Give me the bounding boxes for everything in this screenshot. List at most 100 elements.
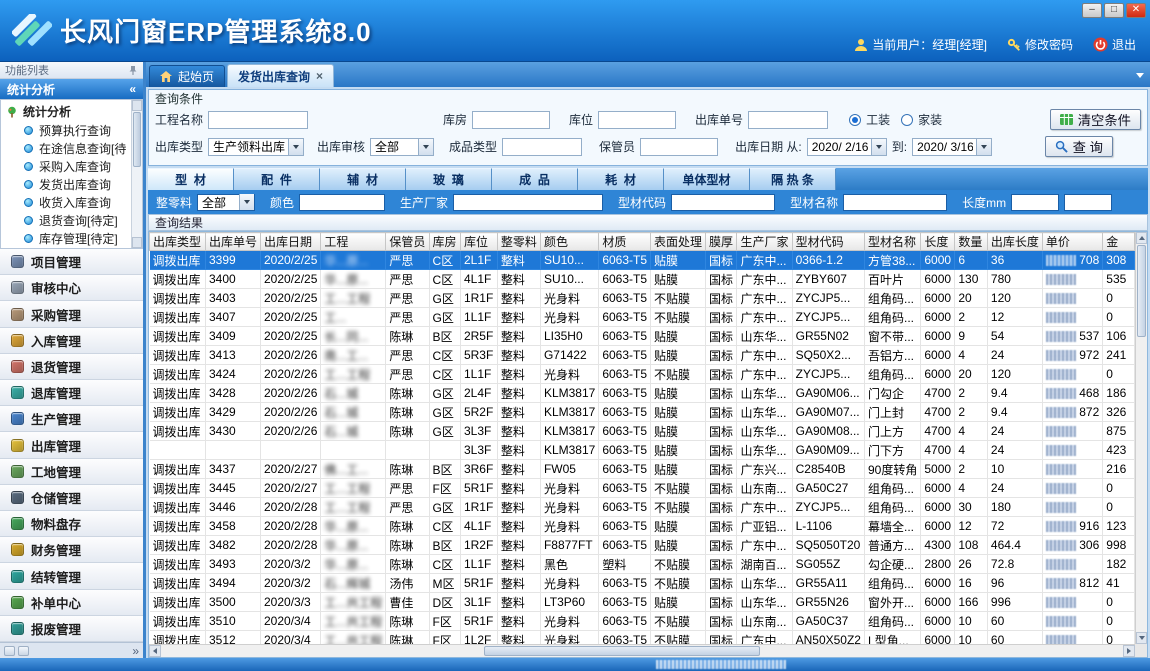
profile-name-input[interactable] (843, 194, 947, 211)
pin-icon[interactable] (128, 65, 138, 75)
horizontal-scroll-thumb[interactable] (484, 646, 760, 656)
sidebar-menu-item[interactable]: 财务管理 (0, 537, 143, 563)
scroll-left-icon[interactable] (149, 645, 161, 657)
change-password-button[interactable]: 修改密码 (1007, 36, 1073, 53)
sidebar-menu-item[interactable]: 退货管理 (0, 354, 143, 380)
column-header[interactable]: 金 (1103, 233, 1135, 251)
table-row[interactable]: 调拨出库35002020/3/3工...共工程曹佳D区3L1F整料LT3P606… (150, 593, 1135, 612)
column-header[interactable]: 型材名称 (864, 233, 920, 251)
sidebar-menu-item[interactable]: 结转管理 (0, 563, 143, 589)
tree-item[interactable]: 库存管理[待定] (1, 229, 142, 247)
sidebar-menu-item[interactable]: 物料盘存 (0, 511, 143, 537)
footer-calc-icon[interactable] (18, 646, 29, 656)
sidebar-menu-item[interactable]: 工地管理 (0, 459, 143, 485)
tree-item[interactable]: 预算执行查询 (1, 121, 142, 139)
chevron-down-icon[interactable] (418, 139, 433, 155)
table-row[interactable]: 调拨出库33992020/2/25华...原...严思C区2L1F整料SU10.… (150, 251, 1135, 270)
material-tab[interactable]: 配 件 (234, 168, 320, 190)
horizontal-scrollbar[interactable] (149, 644, 1135, 657)
tree-scrollbar[interactable] (131, 100, 142, 248)
length-min-input[interactable] (1011, 194, 1059, 211)
close-button[interactable]: ✕ (1126, 3, 1146, 18)
maker-input[interactable] (453, 194, 603, 211)
collapse-icon[interactable]: « (129, 82, 136, 96)
column-header[interactable]: 颜色 (540, 233, 598, 251)
tree-scroll-down[interactable] (132, 237, 142, 248)
column-header[interactable]: 单价 (1042, 233, 1102, 251)
table-row[interactable]: 3L3F整料KLM38176063-T5贴膜国标山东华...GA90M09...… (150, 441, 1135, 460)
table-row[interactable]: 调拨出库34072020/2/25工...严思G区1L1F整料光身料6063-T… (150, 308, 1135, 327)
query-button[interactable]: 查 询 (1045, 136, 1113, 157)
length-max-input[interactable] (1064, 194, 1112, 211)
location-input[interactable] (598, 111, 676, 129)
scroll-down-icon[interactable] (1136, 632, 1147, 644)
maximize-button[interactable]: □ (1104, 3, 1124, 18)
column-header[interactable]: 出库类型 (150, 233, 206, 251)
table-row[interactable]: 调拨出库34822020/2/28华...原...陈琳B区1R2F整料F8877… (150, 536, 1135, 555)
date-to-picker[interactable]: 2020/ 3/16 (912, 138, 992, 156)
sidebar-menu-item[interactable]: 报废管理 (0, 616, 143, 642)
table-row[interactable]: 调拨出库34282020/2/26石...城陈琳G区2L4F整料KLM38176… (150, 384, 1135, 403)
table-row[interactable]: 调拨出库35102020/3/4工...共工程陈琳F区5R1F整料光身料6063… (150, 612, 1135, 631)
table-row[interactable]: 调拨出库34092020/2/25长...同...陈琳B区2R5F整料LI35H… (150, 327, 1135, 346)
table-row[interactable]: 调拨出库34132020/2/26南...工...严思C区5R3F整料G7142… (150, 346, 1135, 365)
tree-item[interactable]: 在途信息查询[待 (1, 139, 142, 157)
tab-start-page[interactable]: 起始页 (149, 65, 225, 87)
sidebar-section-header[interactable]: 统计分析 « (0, 79, 143, 99)
column-header[interactable]: 出库日期 (261, 233, 321, 251)
logout-button[interactable]: 退出 (1093, 36, 1136, 53)
column-header[interactable]: 出库长度 (987, 233, 1042, 251)
table-row[interactable]: 调拨出库34302020/2/26石...城陈琳G区3L3F整料KLM38176… (150, 422, 1135, 441)
sidebar-menu-item[interactable]: 仓储管理 (0, 485, 143, 511)
sidebar-menu-item[interactable]: 退库管理 (0, 380, 143, 406)
table-row[interactable]: 调拨出库34452020/2/27工...工程严思F区5R1F整料光身料6063… (150, 479, 1135, 498)
profile-code-input[interactable] (671, 194, 775, 211)
sidebar-menu-item[interactable]: 项目管理 (0, 249, 143, 275)
clear-conditions-button[interactable]: 清空条件 (1050, 109, 1141, 130)
product-type-input[interactable] (502, 138, 582, 156)
material-tab[interactable]: 隔 热 条 (750, 168, 836, 190)
material-tab[interactable]: 型 材 (148, 168, 234, 190)
scroll-up-icon[interactable] (1136, 232, 1147, 244)
warehouse-input[interactable] (472, 111, 550, 129)
chevron-down-icon[interactable] (288, 139, 303, 155)
column-header[interactable]: 长度 (921, 233, 955, 251)
column-header[interactable]: 工程 (321, 233, 386, 251)
table-row[interactable]: 调拨出库35122020/3/4工...共工程陈琳F区1L2F整料光身料6063… (150, 631, 1135, 645)
column-header[interactable]: 材质 (599, 233, 651, 251)
table-row[interactable]: 调拨出库34462020/2/28工...工程严思G区1R1F整料光身料6063… (150, 498, 1135, 517)
table-row[interactable]: 调拨出库34932020/3/2华...原...陈琳C区1L1F整料黑色塑料不贴… (150, 555, 1135, 574)
material-tab[interactable]: 单体型材 (664, 168, 750, 190)
sidebar-menu-item[interactable]: 生产管理 (0, 406, 143, 432)
date-from-picker[interactable]: 2020/ 2/16 (807, 138, 887, 156)
column-header[interactable]: 出库单号 (205, 233, 260, 251)
tab-list-dropdown-icon[interactable] (1136, 73, 1144, 78)
chevron-down-icon[interactable] (871, 139, 886, 155)
audit-select[interactable]: 全部 (370, 138, 434, 156)
whole-part-select[interactable]: 全部 (197, 194, 255, 211)
column-header[interactable]: 表面处理 (651, 233, 706, 251)
footer-panel-icon[interactable] (4, 646, 15, 656)
column-header[interactable]: 生产厂家 (737, 233, 792, 251)
table-row[interactable]: 调拨出库34582020/2/28华...原...陈琳C区4L1F整料光身料60… (150, 517, 1135, 536)
keeper-input[interactable] (640, 138, 718, 156)
sidebar-menu-item[interactable]: 审核中心 (0, 275, 143, 301)
chevron-down-icon[interactable] (976, 139, 991, 155)
scroll-right-icon[interactable] (1123, 645, 1135, 657)
table-row[interactable]: 调拨出库34032020/2/25工...工程严思G区1R1F整料光身料6063… (150, 289, 1135, 308)
tree-item[interactable]: 发货出库查询 (1, 175, 142, 193)
table-row[interactable]: 调拨出库34372020/2/27佛...工...陈琳B区3R6F整料FW056… (150, 460, 1135, 479)
sidebar-menu-item[interactable]: 补单中心 (0, 590, 143, 616)
table-row[interactable]: 调拨出库34242020/2/26工...工程严思C区1L1F整料光身料6063… (150, 365, 1135, 384)
sidebar-menu-item[interactable]: 出库管理 (0, 432, 143, 458)
table-row[interactable]: 调拨出库34942020/3/2石...辉城汤伟M区5R1F整料光身料6063-… (150, 574, 1135, 593)
radio-home-install[interactable] (901, 114, 913, 126)
column-header[interactable]: 膜厚 (706, 233, 737, 251)
out-type-select[interactable]: 生产领料出库 (208, 138, 304, 156)
project-name-input[interactable] (208, 111, 308, 129)
material-tab[interactable]: 成 品 (492, 168, 578, 190)
column-header[interactable]: 数量 (955, 233, 988, 251)
sidebar-menu-item[interactable]: 入库管理 (0, 328, 143, 354)
column-header[interactable]: 型材代码 (792, 233, 864, 251)
sidebar-menu-item[interactable]: 采购管理 (0, 301, 143, 327)
